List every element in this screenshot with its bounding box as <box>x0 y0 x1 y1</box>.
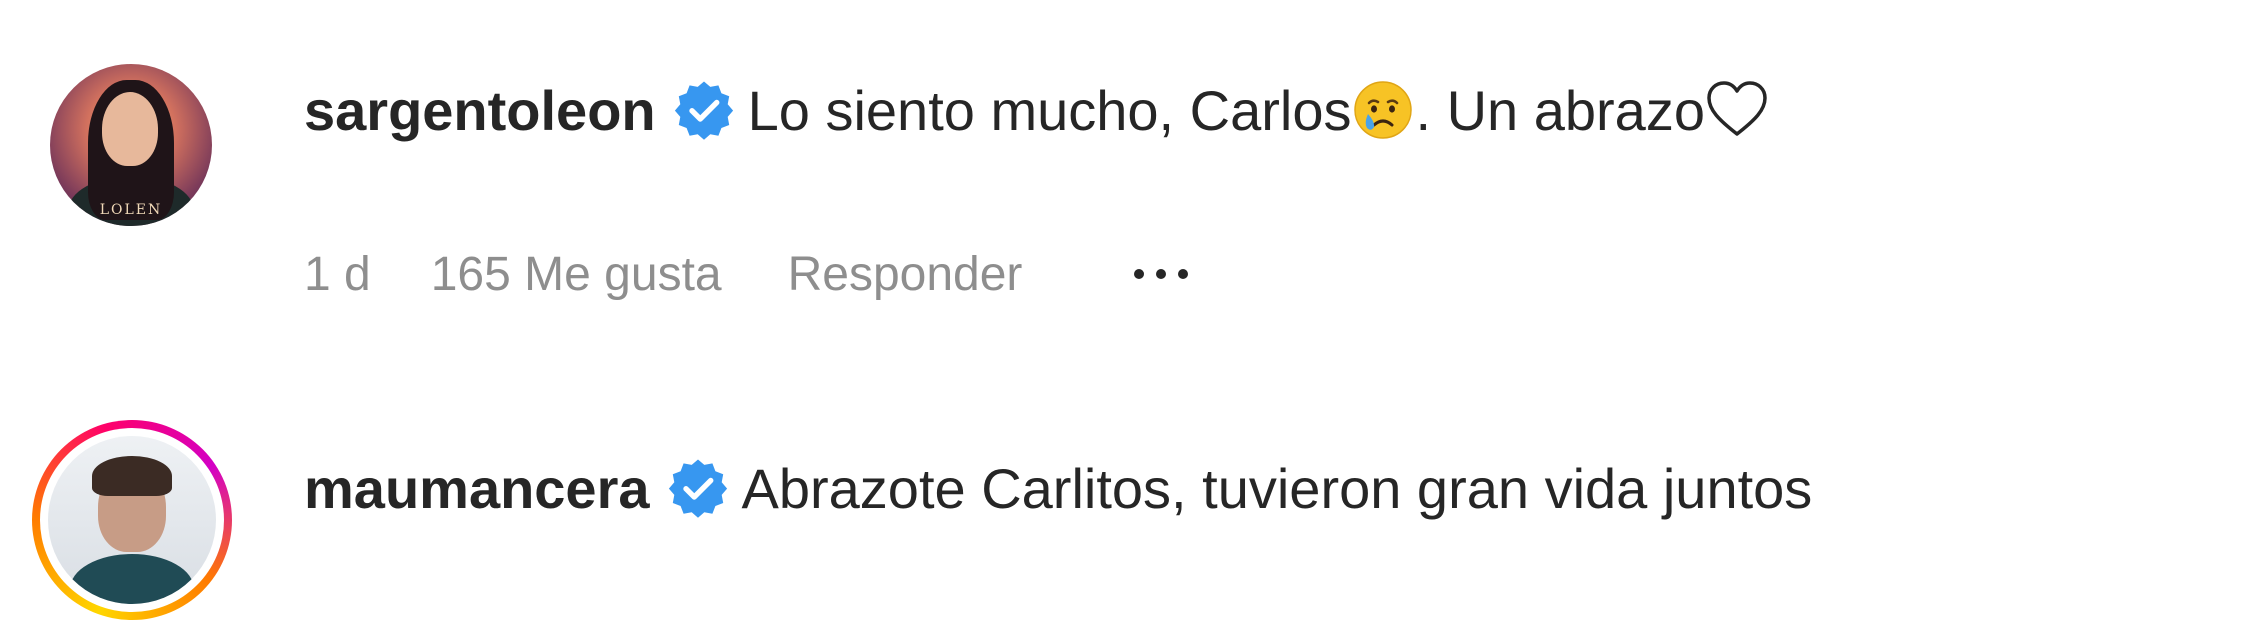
comment-text: Abrazote Carlitos, tuvieron gran vida ju… <box>741 456 1813 520</box>
avatar[interactable] <box>48 436 216 604</box>
reply-button[interactable]: Responder <box>788 247 1023 302</box>
comment-timestamp: 1 d <box>304 247 371 301</box>
white-heart-emoji <box>1707 81 1767 136</box>
comment-item: LOLEN sargentoleon Lo siento mucho, Carl… <box>0 0 2248 330</box>
more-options-icon[interactable] <box>1134 269 1189 279</box>
comment-likes-count[interactable]: 165 Me gusta <box>431 247 722 302</box>
comment-meta: 1 d 165 Me gusta Responder <box>304 244 1189 304</box>
comment-text-continued: . Un abrazo <box>1415 78 1705 142</box>
comment-line: maumancera Abrazote Carlitos, tuvieron g… <box>304 448 1812 528</box>
comment-text: Lo siento mucho, Carlos <box>747 78 1352 142</box>
verified-badge-icon <box>674 81 733 140</box>
avatar-body <box>70 554 194 604</box>
story-ring[interactable] <box>32 420 232 620</box>
crying-face-emoji <box>1354 81 1413 139</box>
more-dot <box>1134 269 1145 279</box>
more-dot <box>1178 269 1189 279</box>
verified-badge-icon <box>668 459 727 518</box>
more-dot <box>1156 269 1167 279</box>
comment-username[interactable]: sargentoleon <box>304 78 656 143</box>
avatar-logo-text: LOLEN <box>99 202 163 218</box>
avatar-face <box>102 92 158 166</box>
avatar-hair <box>92 456 172 496</box>
comment-username[interactable]: maumancera <box>304 456 650 521</box>
comment-line: sargentoleon Lo siento mucho, Carlos . U… <box>304 70 1769 150</box>
avatar[interactable]: LOLEN <box>50 64 212 226</box>
